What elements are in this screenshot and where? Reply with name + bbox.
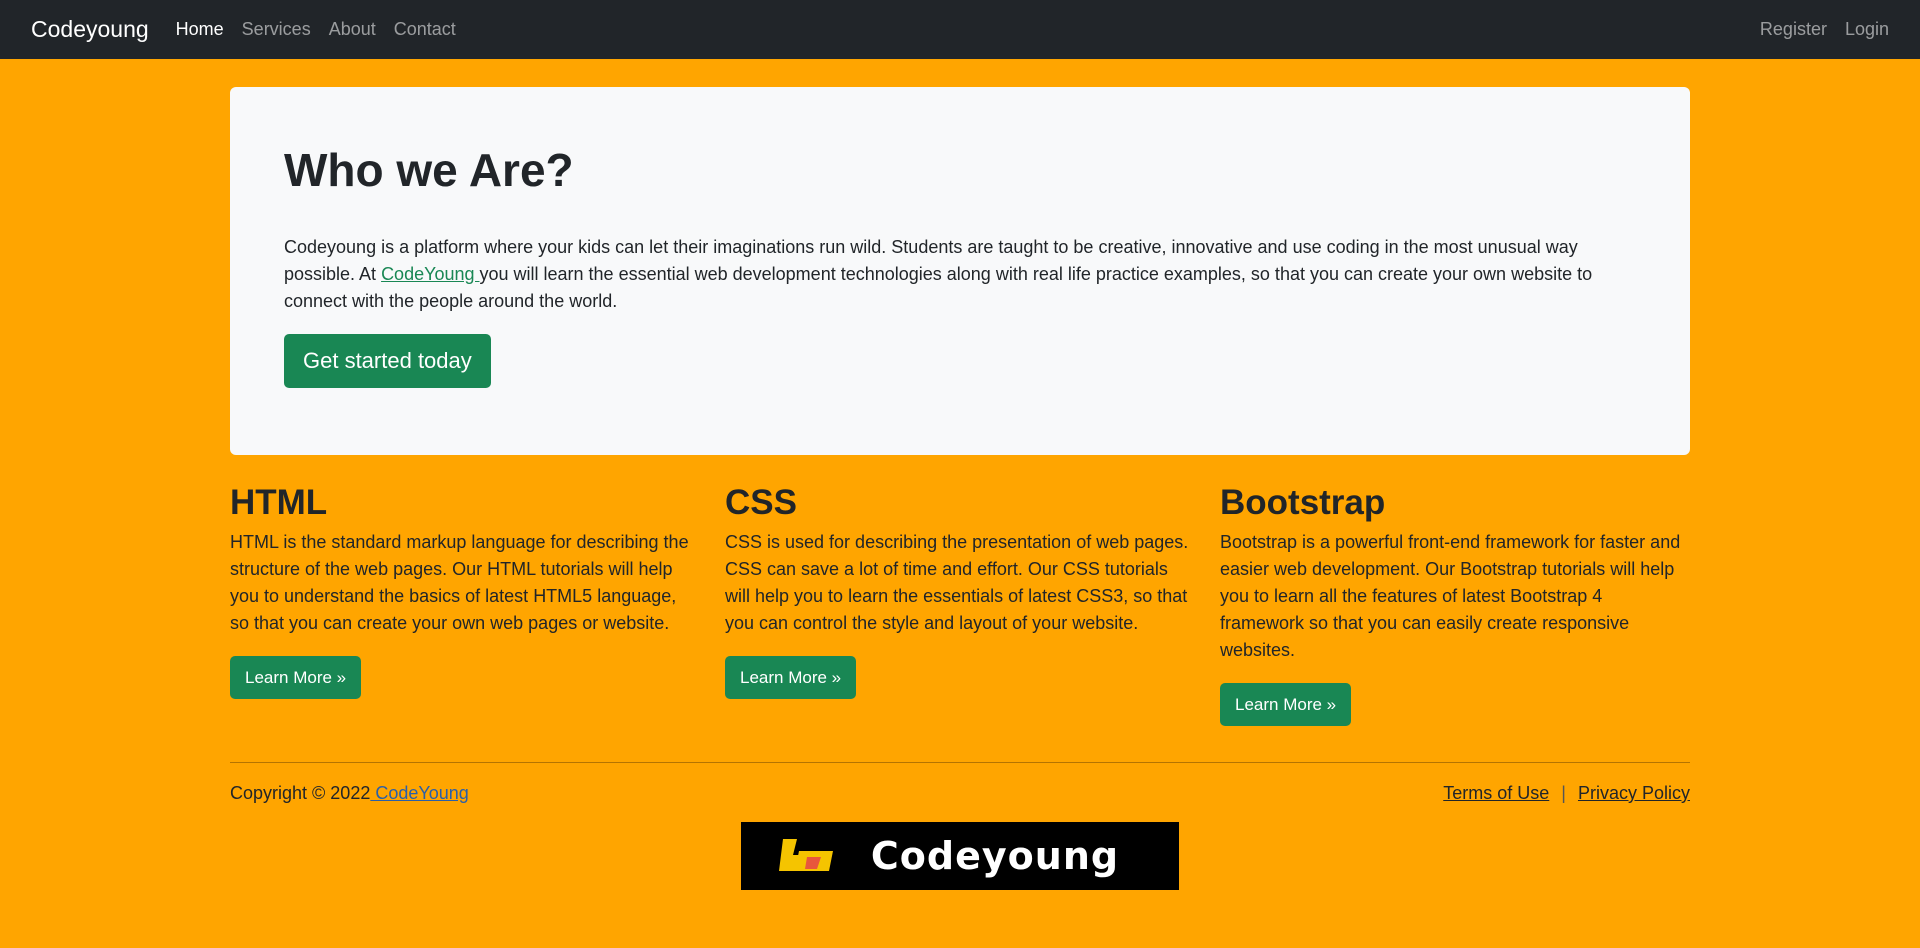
- hero-text-after: you will learn the essential web develop…: [284, 264, 1593, 312]
- feature-html: HTML HTML is the standard markup languag…: [230, 483, 698, 726]
- feature-text: CSS is used for describing the presentat…: [725, 532, 1189, 633]
- feature-title: CSS: [725, 483, 797, 522]
- footer-divider: [230, 762, 1690, 763]
- learn-more-css-button[interactable]: Learn More »: [725, 656, 857, 699]
- feature-title: Bootstrap: [1220, 483, 1386, 522]
- feature-title: HTML: [230, 483, 328, 522]
- nav-right: Register Login: [1742, 19, 1889, 40]
- hero-title: Who we Are?: [284, 144, 574, 196]
- nav-login[interactable]: Login: [1845, 19, 1889, 40]
- footer-codeyoung-link[interactable]: CodeYoung: [370, 783, 468, 803]
- nav-services[interactable]: Services: [242, 19, 311, 40]
- feature-columns: HTML HTML is the standard markup languag…: [230, 483, 1690, 726]
- terms-link[interactable]: Terms of Use: [1443, 783, 1549, 803]
- learn-more-bootstrap-button[interactable]: Learn More »: [1220, 683, 1352, 726]
- main-container: Who we Are? Codeyoung is a platform wher…: [230, 87, 1690, 890]
- hero-card: Who we Are? Codeyoung is a platform wher…: [230, 87, 1690, 455]
- footer: Copyright © 2022 CodeYoung Terms of Use |…: [230, 783, 1690, 804]
- codeyoung-logo-icon: [779, 839, 833, 871]
- copyright: Copyright © 2022 CodeYoung: [230, 783, 469, 804]
- logo-text: Codeyoung: [870, 834, 1120, 878]
- learn-more-html-button[interactable]: Learn More »: [230, 656, 362, 699]
- feature-text: Bootstrap is a powerful front-end framew…: [1220, 532, 1681, 660]
- nav-contact[interactable]: Contact: [394, 19, 456, 40]
- footer-separator: |: [1561, 783, 1566, 803]
- copyright-text: Copyright © 2022: [230, 783, 371, 803]
- brand-link[interactable]: Codeyoung: [31, 16, 149, 43]
- footer-links: Terms of Use | Privacy Policy: [1443, 783, 1690, 804]
- feature-bootstrap: Bootstrap Bootstrap is a powerful front-…: [1220, 483, 1688, 726]
- navbar: Codeyoung Home Services About Contact Re…: [0, 0, 1920, 59]
- get-started-button[interactable]: Get started today: [284, 334, 491, 389]
- feature-css: CSS CSS is used for describing the prese…: [725, 483, 1193, 726]
- logo-wrap: Codeyoung: [230, 822, 1690, 890]
- privacy-link[interactable]: Privacy Policy: [1578, 783, 1690, 803]
- hero-text: Codeyoung is a platform where your kids …: [284, 234, 1636, 315]
- nav-left: Codeyoung Home Services About Contact: [31, 16, 474, 43]
- nav-register[interactable]: Register: [1760, 19, 1827, 40]
- nav-home[interactable]: Home: [176, 19, 224, 40]
- nav-about[interactable]: About: [329, 19, 376, 40]
- feature-text: HTML is the standard markup language for…: [230, 532, 689, 633]
- hero-codeyoung-link[interactable]: CodeYoung: [381, 264, 479, 284]
- codeyoung-logo: Codeyoung: [741, 822, 1179, 890]
